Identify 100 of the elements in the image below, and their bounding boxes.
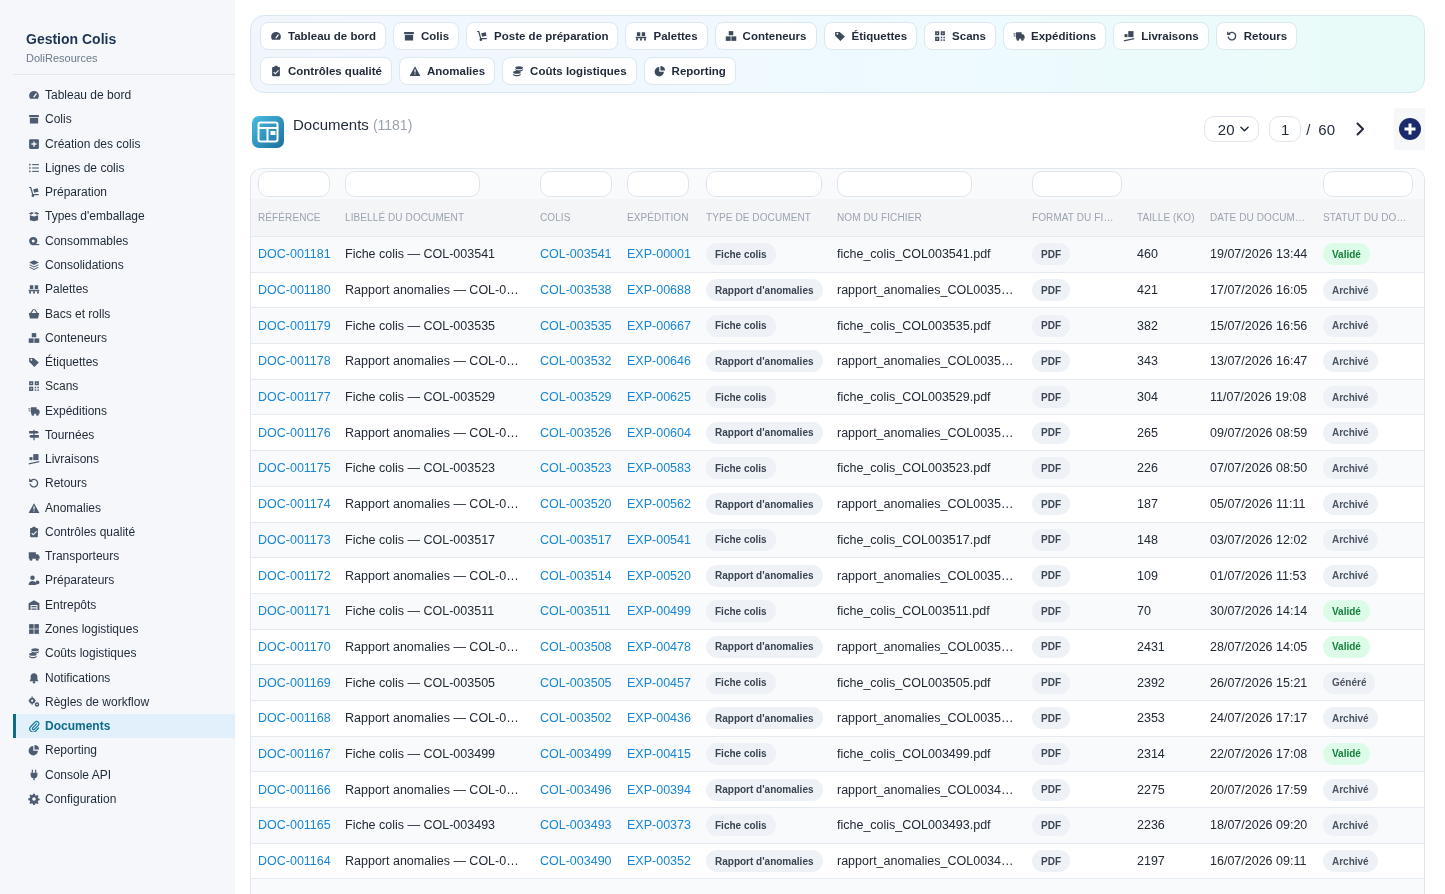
nav-button[interactable]: Scans [924, 22, 996, 50]
sidebar-item[interactable]: Création des colis [13, 131, 235, 156]
expedition-link[interactable]: EXP-00562 [627, 497, 691, 512]
nav-button[interactable]: Retours [1215, 22, 1298, 50]
reference-link[interactable]: DOC-001169 [258, 675, 331, 690]
reference-link[interactable]: DOC-001178 [258, 354, 331, 369]
filter-field[interactable] [706, 171, 822, 197]
reference-link[interactable]: DOC-001176 [258, 425, 331, 440]
add-button[interactable] [1394, 108, 1425, 150]
nav-button[interactable]: Étiquettes [823, 22, 918, 50]
sidebar-item[interactable]: Tournées [13, 422, 235, 447]
reference-link[interactable]: DOC-001180 [258, 283, 331, 298]
sidebar-item[interactable]: Bacs et rolls [13, 301, 235, 326]
filter-field[interactable] [345, 171, 480, 197]
nav-button[interactable]: Expéditions [1003, 22, 1107, 50]
expedition-link[interactable]: EXP-00520 [627, 568, 691, 583]
nav-button[interactable]: Contrôles qualité [260, 57, 392, 85]
expedition-link[interactable]: EXP-00583 [627, 461, 691, 476]
expedition-link[interactable]: EXP-00394 [627, 782, 691, 797]
expedition-link[interactable]: EXP-00457 [627, 675, 691, 690]
reference-link[interactable]: DOC-001172 [258, 568, 331, 583]
colis-link[interactable]: COL-003496 [540, 782, 612, 797]
nav-button[interactable]: Anomalies [398, 57, 496, 85]
nav-button[interactable]: Palettes [625, 22, 708, 50]
expedition-link[interactable]: EXP-00478 [627, 639, 691, 654]
filter-field[interactable] [258, 171, 330, 197]
colis-link[interactable]: COL-003538 [540, 283, 612, 298]
sidebar-item[interactable]: Étiquettes [13, 349, 235, 375]
sidebar-item[interactable]: Préparateurs [13, 568, 235, 593]
sidebar-item[interactable]: Coûts logistiques [13, 641, 235, 666]
sidebar-item[interactable]: Livraisons [13, 447, 235, 472]
next-page-button[interactable] [1356, 122, 1365, 136]
sidebar-item[interactable]: Règles de workflow [13, 689, 235, 714]
colis-link[interactable]: COL-003499 [540, 746, 612, 761]
expedition-link[interactable]: EXP-00001 [627, 247, 691, 262]
nav-button[interactable]: Reporting [643, 57, 736, 85]
colis-link[interactable]: COL-003523 [540, 461, 612, 476]
sidebar-item[interactable]: Zones logistiques [13, 616, 235, 642]
sidebar-item[interactable]: Tableau de bord [13, 83, 235, 108]
sidebar-item[interactable]: Console API [13, 762, 235, 787]
sidebar-item[interactable]: Contrôles qualité [13, 519, 235, 545]
sidebar-item[interactable]: Transporteurs [13, 544, 235, 569]
sidebar-item[interactable]: Retours [13, 471, 235, 496]
page-size-select[interactable]: 20 [1204, 116, 1260, 142]
expedition-link[interactable]: EXP-00352 [627, 854, 691, 869]
sidebar-item[interactable]: Scans [13, 374, 235, 399]
reference-link[interactable]: DOC-001174 [258, 497, 331, 512]
expedition-link[interactable]: EXP-00415 [627, 746, 691, 761]
sidebar-item[interactable]: Palettes [13, 277, 235, 302]
colis-link[interactable]: COL-003508 [540, 639, 612, 654]
colis-link[interactable]: COL-003526 [540, 425, 612, 440]
filter-field[interactable] [540, 171, 612, 197]
expedition-link[interactable]: EXP-00646 [627, 354, 691, 369]
colis-link[interactable]: COL-003520 [540, 497, 612, 512]
page-input[interactable]: 1 [1269, 116, 1302, 142]
nav-button[interactable]: Coûts logistiques [502, 57, 637, 85]
reference-link[interactable]: DOC-001173 [258, 532, 331, 547]
reference-link[interactable]: DOC-001175 [258, 461, 331, 476]
expedition-link[interactable]: EXP-00541 [627, 532, 691, 547]
nav-button[interactable]: Colis [392, 22, 460, 50]
colis-link[interactable]: COL-003511 [540, 604, 611, 619]
sidebar-item[interactable]: Reporting [13, 738, 235, 763]
expedition-link[interactable]: EXP-00499 [627, 604, 691, 619]
sidebar-item[interactable]: Consolidations [13, 252, 235, 278]
reference-link[interactable]: DOC-001181 [258, 247, 331, 262]
reference-link[interactable]: DOC-001166 [258, 782, 331, 797]
reference-link[interactable]: DOC-001179 [258, 318, 331, 333]
sidebar-item[interactable]: Colis [13, 107, 235, 132]
sidebar-item[interactable]: Entrepôts [13, 592, 235, 617]
reference-link[interactable]: DOC-001170 [258, 639, 331, 654]
expedition-link[interactable]: EXP-00625 [627, 390, 691, 405]
colis-link[interactable]: COL-003517 [540, 532, 612, 547]
reference-link[interactable]: DOC-001177 [258, 390, 331, 405]
colis-link[interactable]: COL-003514 [540, 568, 612, 583]
reference-link[interactable]: DOC-001167 [258, 746, 331, 761]
sidebar-item[interactable]: Anomalies [13, 495, 235, 520]
sidebar-item[interactable]: Notifications [13, 665, 235, 690]
colis-link[interactable]: COL-003490 [540, 854, 612, 869]
reference-link[interactable]: DOC-001165 [258, 818, 331, 833]
filter-field[interactable] [837, 171, 972, 197]
expedition-link[interactable]: EXP-00604 [627, 425, 691, 440]
filter-field[interactable] [1032, 171, 1122, 197]
filter-field[interactable] [1323, 171, 1413, 197]
sidebar-item[interactable]: Conteneurs [13, 325, 235, 350]
sidebar-item[interactable]: Préparation [13, 180, 235, 205]
colis-link[interactable]: COL-003529 [540, 390, 612, 405]
colis-link[interactable]: COL-003532 [540, 354, 612, 369]
reference-link[interactable]: DOC-001168 [258, 711, 331, 726]
sidebar-item[interactable]: Documents [13, 713, 235, 739]
colis-link[interactable]: COL-003493 [540, 818, 612, 833]
expedition-link[interactable]: EXP-00373 [627, 818, 691, 833]
nav-button[interactable]: Tableau de bord [260, 22, 386, 50]
filter-field[interactable] [627, 171, 689, 197]
reference-link[interactable]: DOC-001171 [258, 604, 331, 619]
expedition-link[interactable]: EXP-00688 [627, 283, 691, 298]
sidebar-item[interactable]: Lignes de colis [13, 155, 235, 181]
sidebar-item[interactable]: Configuration [13, 786, 235, 811]
nav-button[interactable]: Poste de préparation [466, 22, 619, 50]
colis-link[interactable]: COL-003505 [540, 675, 612, 690]
sidebar-item[interactable]: Expéditions [13, 398, 235, 423]
